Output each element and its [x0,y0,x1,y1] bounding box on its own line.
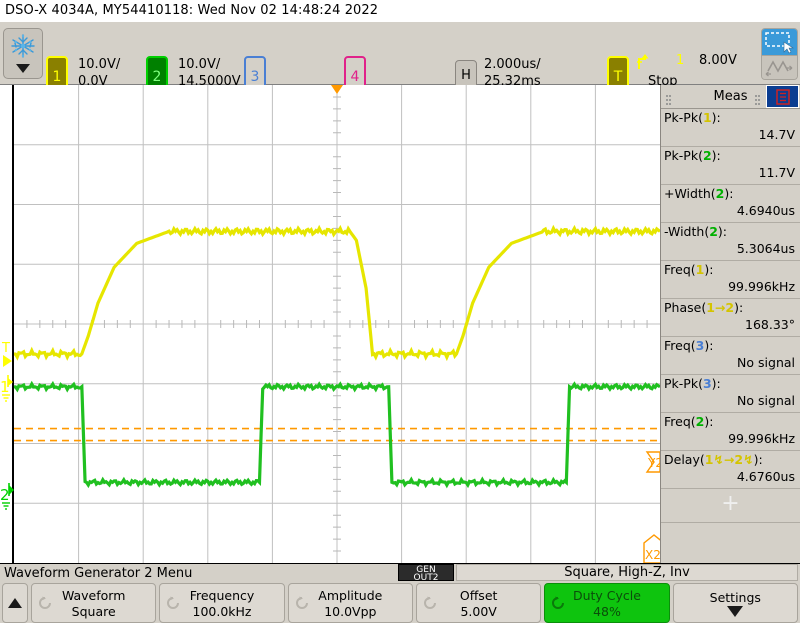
trigger-level-marker: T [1,341,10,356]
timebase-value: 2.000us/ [484,57,541,72]
measurement-label: Freq(1): [664,262,714,277]
oscilloscope-screen: DSO-X 4034A, MY54410118: Wed Nov 02 14:4… [0,0,800,623]
softkey-value: 10.0Vpp [324,603,377,619]
measurement-value: 4.6760us [736,469,795,484]
window-titlebar: DSO-X 4034A, MY54410118: Wed Nov 02 14:4… [0,0,800,22]
arrow-down-icon [16,64,30,73]
softkey-amplitude[interactable]: Amplitude 10.0Vpp [287,583,413,623]
rising-edge-icon [637,53,650,74]
measurement-label: Pk-Pk(3): [664,376,721,391]
measurement-row[interactable]: Pk-Pk(1): 14.7V [661,109,800,147]
softkey-frequency[interactable]: Frequency 100.0kHz [159,583,285,623]
measurement-label: +Width(2): [664,186,734,201]
measurement-value: 11.7V [758,165,795,180]
softkey-row: Waveform Square Frequency 100.0kHz Amplitude… [0,583,800,623]
trigger-position-marker [331,85,343,94]
softkey-label: Waveform [61,587,126,603]
channel-2-scale: 10.0V/ [178,57,221,72]
zoom-select-icon [765,32,794,54]
plot-canvas[interactable]: Y2 X2 [14,85,660,563]
measurement-value: 4.6940us [736,203,795,218]
measurement-label: Pk-Pk(1): [664,110,721,125]
menu-up-button[interactable] [2,583,28,623]
arrow-down-icon [727,605,744,617]
softkey-settings[interactable]: Settings [672,583,798,623]
measurement-row[interactable]: Pk-Pk(2): 11.7V [661,147,800,185]
drag-handle-right-icon[interactable] [754,91,761,110]
waveform-svg [14,85,660,563]
measurement-panel-header: Meas [661,85,800,109]
trigger-source: 1 [676,53,685,68]
measurement-row[interactable]: -Width(2): 5.3064us [661,223,800,261]
measurement-value: 14.7V [758,127,795,142]
measurement-list-icon [775,88,790,105]
softkey-value: 5.00V [460,603,497,619]
measurement-row[interactable]: +Width(2): 4.6940us [661,185,800,223]
gen-badge-line2: OUT2 [413,573,439,581]
measurement-value: No signal [737,355,795,370]
measurement-list: Pk-Pk(1): 14.7V Pk-Pk(2): 11.7V +Width(2): 4.… [661,109,800,489]
softkey-label: Frequency [189,587,255,603]
measurement-label: Phase(1→2): [664,300,744,315]
snowflake-autoscale-icon [11,34,35,58]
rotary-knob-icon [550,595,566,611]
softkey-label: Amplitude [318,587,383,603]
measurement-label: Delay(1↯→2↯): [664,452,763,467]
measurement-label: -Width(2): [664,224,727,239]
rotary-knob-icon [37,595,53,611]
measurement-label: Freq(3): [664,338,714,353]
measurement-value: 99.996kHz [728,279,795,294]
softkey-duty-cycle[interactable]: Duty Cycle 48% [544,583,670,623]
measurement-label: Pk-Pk(2): [664,148,721,163]
rotary-knob-icon [165,595,181,611]
measurement-row[interactable]: Pk-Pk(3): No signal [661,375,800,413]
rotary-knob-icon [422,595,438,611]
measurement-list-button[interactable] [766,85,799,108]
softkey-value: 100.0kHz [192,603,252,619]
toolbar-right-icons [761,28,798,80]
softkey-waveform[interactable]: Waveform Square [31,583,157,623]
measurement-panel-title: Meas [713,89,748,104]
softkey-value: Square [71,603,116,619]
channel-1-scale: 10.0V/ [78,57,121,72]
measurement-row[interactable]: Delay(1↯→2↯): 4.6760us [661,451,800,489]
waveform-nav-button[interactable] [762,56,797,79]
measurement-panel: Meas Pk-Pk(1): 14.7V Pk-Pk(2): 11.7V +Width(… [660,85,800,563]
add-measurement-button[interactable]: + [661,489,800,523]
measurement-value: No signal [737,393,795,408]
zoom-select-button[interactable] [762,29,797,56]
drag-handle-left-icon[interactable] [665,91,672,110]
waveform-nav-icon [765,60,793,77]
measurement-value: 168.33° [745,317,795,332]
arrow-up-icon [8,598,22,608]
autoscale-button[interactable] [3,28,43,79]
measurement-row[interactable]: Freq(2): 99.996kHz [661,413,800,451]
softkey-value: 48% [593,603,621,619]
channel-2-ground-marker: 2 [0,486,10,504]
softkey-label: Offset [459,587,498,603]
measurement-label: Freq(2): [664,414,714,429]
waveform-display-area[interactable]: T 1 2 Y2 X2 [0,85,660,563]
generator-settings-summary: Square, High-Z, Inv [456,564,798,581]
top-toolbar: 1 10.0V/ 0.0V 2 10.0V/ 14.5000V 3 4 H 2.… [0,22,800,94]
measurement-row[interactable]: Phase(1→2): 168.33° [661,299,800,337]
bottom-menu-title: Waveform Generator 2 Menu [4,566,193,581]
softkey-label: Settings [709,589,761,605]
softkey-offset[interactable]: Offset 5.00V [415,583,542,623]
measurement-value: 99.996kHz [728,431,795,446]
softkey-label: Duty Cycle [572,587,641,603]
left-marker-gutter: T 1 2 [0,85,14,563]
trigger-level: 8.00V [699,53,737,68]
gen-out2-badge: GEN OUT2 [398,564,454,581]
rotary-knob-icon [294,595,310,611]
measurement-value: 5.3064us [736,241,795,256]
measurement-row[interactable]: Freq(3): No signal [661,337,800,375]
left-gutter-markers: T 1 2 [0,341,14,510]
measurement-row[interactable]: Freq(1): 99.996kHz [661,261,800,299]
